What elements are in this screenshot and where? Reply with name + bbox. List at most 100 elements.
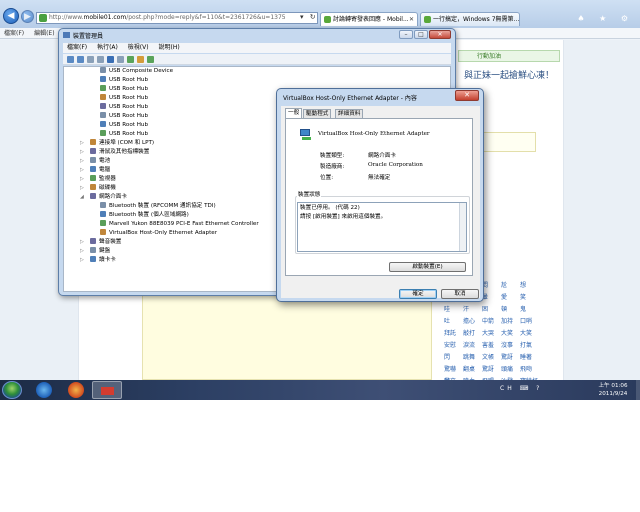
system-tray[interactable]: CH ⌨ ? bbox=[500, 385, 542, 392]
tree-item[interactable]: ▷ 鍵盤 bbox=[80, 247, 110, 256]
menu-file[interactable]: 檔案(F) bbox=[4, 30, 24, 37]
expand-arrow-icon[interactable]: ◢ bbox=[80, 193, 84, 202]
promo-link[interactable]: 與正妹一起搶鮮心凍！ bbox=[458, 68, 560, 81]
tree-item[interactable]: USB Root Hub bbox=[100, 112, 148, 121]
properties-icon[interactable] bbox=[97, 56, 104, 63]
expand-arrow-icon[interactable]: ▷ bbox=[80, 238, 84, 247]
tab-windows7-article[interactable]: 一行搞定，Windows 7無需第... bbox=[420, 12, 520, 26]
maximize-button[interactable]: □ bbox=[414, 30, 428, 39]
update-driver-icon[interactable] bbox=[127, 56, 134, 63]
emoticon-link[interactable]: 加持 bbox=[501, 316, 519, 325]
emoticon-link[interactable]: 頭痛 bbox=[501, 364, 519, 373]
emoticon-link[interactable]: 敲打 bbox=[463, 328, 481, 337]
emoticon-link[interactable]: 鬼 bbox=[520, 304, 538, 313]
expand-arrow-icon[interactable]: ▷ bbox=[80, 139, 84, 148]
tree-item[interactable]: ▷ 連接埠 (COM 和 LPT) bbox=[80, 139, 154, 148]
expand-arrow-icon[interactable]: ▷ bbox=[80, 184, 84, 193]
emoticon-link[interactable]: 淚流 bbox=[463, 340, 481, 349]
emoticon-link[interactable]: 頓 bbox=[501, 304, 519, 313]
emoticon-link[interactable]: 驚訝 bbox=[501, 352, 519, 361]
tree-item[interactable]: ▷ 磁碟機 bbox=[80, 184, 116, 193]
emoticon-link[interactable]: 擔心 bbox=[463, 316, 481, 325]
tab-details[interactable]: 詳細資料 bbox=[335, 109, 364, 118]
emoticon-link[interactable]: 大笑 bbox=[520, 328, 538, 337]
tree-item[interactable]: ▷ 電腦 bbox=[80, 166, 110, 175]
emoticon-link[interactable]: 睡著 bbox=[520, 352, 538, 361]
clock[interactable]: 上午 01:06 2011/9/24 bbox=[592, 382, 634, 398]
expand-arrow-icon[interactable]: ▷ bbox=[80, 247, 84, 256]
emoticon-link[interactable]: 暈 bbox=[482, 292, 500, 301]
show-desktop-button[interactable] bbox=[636, 380, 640, 400]
emoticon-link[interactable]: 中箭 bbox=[482, 316, 500, 325]
tree-item[interactable]: ▷ 讀卡卡 bbox=[80, 256, 116, 265]
scan-hardware-icon[interactable] bbox=[147, 56, 154, 63]
emoticon-link[interactable]: 哇 bbox=[444, 304, 462, 313]
expand-arrow-icon[interactable]: ▷ bbox=[80, 148, 84, 157]
tree-item[interactable]: USB Root Hub bbox=[100, 130, 148, 139]
tab-close-icon[interactable]: ✕ bbox=[409, 13, 414, 26]
close-button[interactable]: ✕ bbox=[455, 90, 479, 101]
tree-item[interactable]: Marvell Yukon 88E8039 PCI-E Fast Etherne… bbox=[100, 220, 259, 229]
tree-item[interactable]: ◢ 網路介面卡 bbox=[80, 193, 127, 202]
forward-icon[interactable] bbox=[77, 56, 84, 63]
menu-action[interactable]: 執行(A) bbox=[97, 44, 118, 51]
emoticon-link[interactable]: 愛 bbox=[501, 292, 519, 301]
emoticon-link[interactable]: 困 bbox=[482, 304, 500, 313]
reply-textarea[interactable] bbox=[142, 295, 432, 380]
emoticon-link[interactable]: 拜託 bbox=[444, 328, 462, 337]
emoticon-link[interactable]: 驚訝 bbox=[482, 364, 500, 373]
menu-edit[interactable]: 編輯(E) bbox=[34, 30, 54, 37]
firefox-icon[interactable] bbox=[68, 382, 84, 398]
expand-arrow-icon[interactable]: ▷ bbox=[80, 157, 84, 166]
tree-item[interactable]: USB Root Hub bbox=[100, 85, 148, 94]
minimize-button[interactable]: – bbox=[399, 30, 413, 39]
cancel-button[interactable]: 取消 bbox=[441, 289, 479, 299]
emoticon-link[interactable]: 沒事 bbox=[501, 340, 519, 349]
emoticon-link[interactable]: 打氣 bbox=[520, 340, 538, 349]
address-bar[interactable]: http://www.mobile01.com/post.php?mode=re… bbox=[36, 12, 318, 24]
tree-item[interactable]: ▷ 監視器 bbox=[80, 175, 116, 184]
status-scrollbar[interactable] bbox=[459, 203, 466, 251]
tree-item[interactable]: ▷ 聲音裝置 bbox=[80, 238, 121, 247]
menu-help[interactable]: 說明(H) bbox=[159, 44, 180, 51]
tree-item[interactable]: VirtualBox Host-Only Ethernet Adapter bbox=[100, 229, 217, 238]
help-icon[interactable] bbox=[107, 56, 114, 63]
emoticon-link[interactable]: 汗 bbox=[463, 304, 481, 313]
tree-item[interactable]: USB Root Hub bbox=[100, 94, 148, 103]
emoticon-link[interactable]: 大哭 bbox=[482, 328, 500, 337]
emoticon-link[interactable]: 大笑 bbox=[501, 328, 519, 337]
back-icon[interactable] bbox=[67, 56, 74, 63]
emoticon-link[interactable]: 飛吻 bbox=[520, 364, 538, 373]
internet-explorer-icon[interactable] bbox=[36, 382, 52, 398]
list-icon[interactable] bbox=[117, 56, 124, 63]
close-button[interactable]: ✕ bbox=[429, 30, 451, 39]
forward-arrow-icon[interactable]: ▶ bbox=[21, 10, 34, 23]
enable-device-button[interactable]: 啟動裝置(E) bbox=[389, 262, 466, 272]
emoticon-link[interactable]: 驚嚇 bbox=[444, 364, 462, 373]
start-button[interactable] bbox=[2, 381, 22, 399]
expand-arrow-icon[interactable]: ▷ bbox=[80, 166, 84, 175]
menu-file[interactable]: 檔案(F) bbox=[67, 44, 87, 51]
back-arrow-icon[interactable]: ◀ bbox=[3, 8, 19, 24]
device-manager-taskbar-button[interactable] bbox=[92, 381, 122, 399]
tree-item[interactable]: USB Root Hub bbox=[100, 103, 148, 112]
emoticon-link[interactable]: 文帳 bbox=[482, 352, 500, 361]
tree-item[interactable]: Bluetooth 裝置 (RFCOMM 通訊協定 TDI) bbox=[100, 202, 216, 211]
ok-button[interactable]: 確定 bbox=[399, 289, 437, 299]
tab-mobile01[interactable]: 討論轉寄發表回應 - Mobil... ✕ bbox=[320, 12, 418, 26]
tree-item[interactable]: Bluetooth 裝置 (個人區域網路) bbox=[100, 211, 189, 220]
emoticon-link[interactable]: 尬 bbox=[501, 280, 519, 289]
emoticon-link[interactable]: 笑 bbox=[520, 292, 538, 301]
tree-item[interactable]: USB Root Hub bbox=[100, 76, 148, 85]
tab-driver[interactable]: 驅動程式 bbox=[303, 109, 332, 118]
tree-item[interactable]: ▷ 電池 bbox=[80, 157, 110, 166]
emoticon-link[interactable]: 害羞 bbox=[482, 340, 500, 349]
emoticon-link[interactable]: 口哨 bbox=[520, 316, 538, 325]
emoticon-link[interactable]: 悶 bbox=[482, 280, 500, 289]
tree-item[interactable]: ▷ 滑鼠及其他指標裝置 bbox=[80, 148, 149, 157]
emoticon-link[interactable]: 翻桌 bbox=[463, 364, 481, 373]
tree-item[interactable]: USB Composite Device bbox=[100, 67, 173, 76]
emoticon-link[interactable]: 跳舞 bbox=[463, 352, 481, 361]
home-favorites-tools-icons[interactable]: ♠ ★ ⚙ bbox=[577, 14, 634, 23]
emoticon-link[interactable]: 想 bbox=[520, 280, 538, 289]
